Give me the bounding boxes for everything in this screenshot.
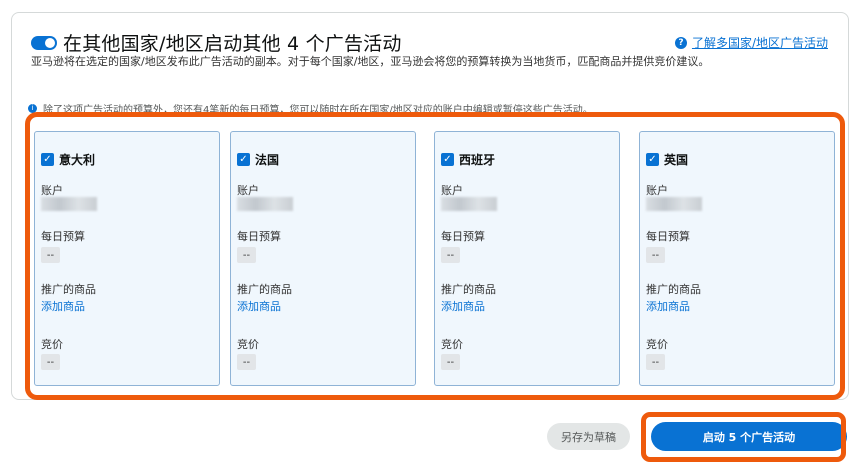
panel-title: 在其他国家/地区启动其他 4 个广告活动 <box>63 33 402 55</box>
save-draft-button[interactable]: 另存为草稿 <box>547 423 630 450</box>
promoted-products-label: 推广的商品 <box>646 283 701 296</box>
question-circle-icon: ? <box>674 36 687 49</box>
info-icon: i <box>28 103 37 113</box>
promoted-products-label: 推广的商品 <box>237 283 292 296</box>
bid-label: 竞价 <box>646 338 668 351</box>
checkbox-checked-icon[interactable]: ✓ <box>646 153 659 166</box>
promoted-products-label: 推广的商品 <box>441 283 496 296</box>
add-products-link[interactable]: 添加商品 <box>646 298 690 314</box>
country-name: 法国 <box>255 153 280 167</box>
account-label: 账户 <box>237 184 259 197</box>
bid-value: -- <box>646 354 665 370</box>
daily-budget-label: 每日预算 <box>237 230 281 243</box>
country-card-spain: ✓ 西班牙 账户 每日预算 -- 推广的商品 添加商品 竞价 -- <box>434 131 620 386</box>
country-checkbox-row[interactable]: ✓ 英国 <box>646 151 688 168</box>
daily-budget-label: 每日预算 <box>41 230 85 243</box>
help-link-label: 了解多国家/地区广告活动 <box>691 36 828 50</box>
daily-budget-value: -- <box>441 247 460 263</box>
daily-budget-value: -- <box>41 247 60 263</box>
country-checkbox-row[interactable]: ✓ 意大利 <box>41 151 95 168</box>
bid-value: -- <box>237 354 256 370</box>
panel-header: 在其他国家/地区启动其他 4 个广告活动 <box>31 29 402 56</box>
bid-label: 竞价 <box>441 338 463 351</box>
country-name: 西班牙 <box>459 153 496 167</box>
country-card-uk: ✓ 英国 账户 每日预算 -- 推广的商品 添加商品 竞价 -- <box>639 131 835 386</box>
add-products-link[interactable]: 添加商品 <box>237 298 281 314</box>
checkbox-checked-icon[interactable]: ✓ <box>441 153 454 166</box>
account-value-redacted <box>41 197 97 211</box>
bid-label: 竞价 <box>41 338 63 351</box>
checkbox-checked-icon[interactable]: ✓ <box>237 153 250 166</box>
bid-value: -- <box>441 354 460 370</box>
info-notice: i 除了这项广告活动的预算外，您还有4笔新的每日预算，您可以随时在所在国家/地区… <box>28 101 818 115</box>
country-name: 意大利 <box>59 153 96 167</box>
country-card-france: ✓ 法国 账户 每日预算 -- 推广的商品 添加商品 竞价 -- <box>230 131 416 386</box>
promoted-products-label: 推广的商品 <box>41 283 96 296</box>
daily-budget-value: -- <box>237 247 256 263</box>
country-checkbox-row[interactable]: ✓ 法国 <box>237 151 279 168</box>
country-card-italy: ✓ 意大利 账户 每日预算 -- 推广的商品 添加商品 竞价 -- <box>34 131 220 386</box>
add-products-link[interactable]: 添加商品 <box>41 298 85 314</box>
panel-description: 亚马逊将在选定的国家/地区发布此广告活动的副本。对于每个国家/地区，亚马逊会将您… <box>31 55 710 68</box>
bid-value: -- <box>41 354 60 370</box>
account-value-redacted <box>646 197 702 211</box>
account-label: 账户 <box>646 184 668 197</box>
daily-budget-label: 每日预算 <box>646 230 690 243</box>
toggle-switch[interactable] <box>31 35 57 50</box>
account-value-redacted <box>237 197 293 211</box>
country-name: 英国 <box>664 153 689 167</box>
launch-campaigns-button[interactable]: 启动 5 个广告活动 <box>651 422 847 451</box>
help-link[interactable]: ? 了解多国家/地区广告活动 <box>674 34 828 51</box>
account-value-redacted <box>441 197 497 211</box>
account-label: 账户 <box>41 184 63 197</box>
checkbox-checked-icon[interactable]: ✓ <box>41 153 54 166</box>
country-checkbox-row[interactable]: ✓ 西班牙 <box>441 151 495 168</box>
bid-label: 竞价 <box>237 338 259 351</box>
info-text: 除了这项广告活动的预算外，您还有4笔新的每日预算，您可以随时在所在国家/地区对应… <box>43 104 593 116</box>
daily-budget-value: -- <box>646 247 665 263</box>
account-label: 账户 <box>441 184 463 197</box>
add-products-link[interactable]: 添加商品 <box>441 298 485 314</box>
daily-budget-label: 每日预算 <box>441 230 485 243</box>
